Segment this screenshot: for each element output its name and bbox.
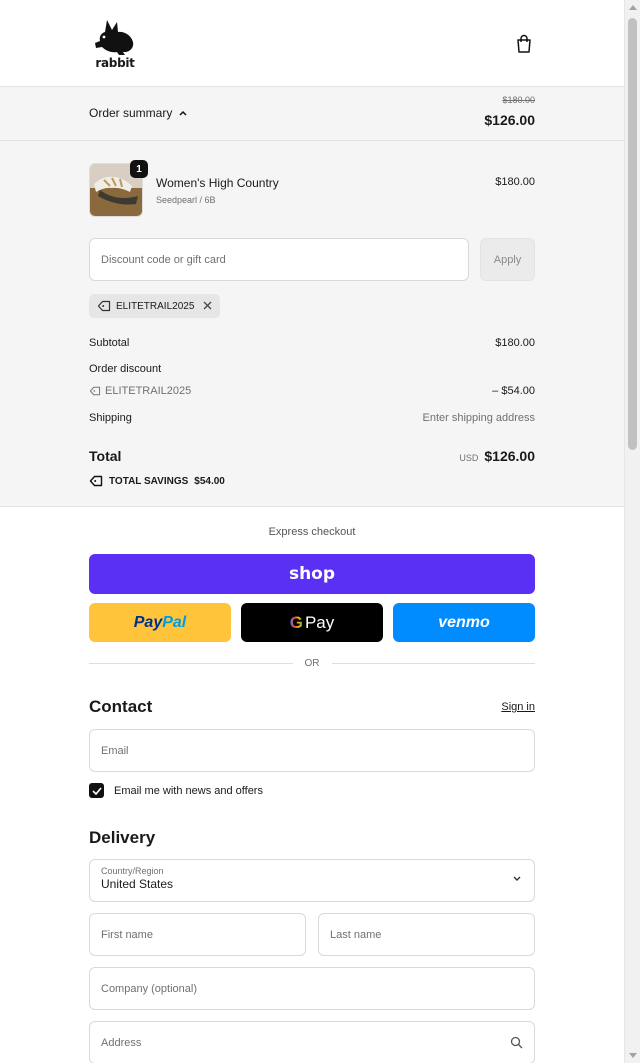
checkout-page: rabbit Order summary $180.00 $126.00 1 W… xyxy=(0,0,624,1063)
express-checkout-label: Express checkout xyxy=(268,526,356,538)
paypal-label-part1: Pay xyxy=(133,613,163,631)
subtotal-value: $180.00 xyxy=(495,337,535,349)
brand-name: rabbit xyxy=(95,56,135,70)
address-placeholder: Address xyxy=(101,1036,142,1049)
discount-amount: – $54.00 xyxy=(492,385,535,397)
savings-value: $54.00 xyxy=(194,475,225,487)
subtotal-label: Subtotal xyxy=(89,337,130,349)
chevron-up-icon xyxy=(179,110,187,116)
total-value: $126.00 xyxy=(484,448,535,464)
country-label: Country/Region xyxy=(101,866,164,876)
order-summary-panel: 1 Women's High Country Seedpearl / 6B $1… xyxy=(0,141,624,507)
applied-code-chip: ELITETRAIL2025 xyxy=(89,294,221,318)
summary-total: $126.00 xyxy=(484,112,535,128)
delivery-title: Delivery xyxy=(89,828,156,847)
newsletter-checkbox[interactable] xyxy=(89,783,104,798)
newsletter-label: Email me with news and offers xyxy=(114,784,263,797)
last-name-placeholder: Last name xyxy=(330,928,382,941)
country-select[interactable]: Country/Region United States xyxy=(89,859,535,902)
or-label: OR xyxy=(304,658,320,669)
company-placeholder: Company (optional) xyxy=(101,982,197,995)
or-divider: OR xyxy=(89,658,535,669)
order-discount-label: Order discount xyxy=(89,363,162,375)
venmo-button[interactable]: venmo xyxy=(393,603,535,642)
cart-bag-button[interactable] xyxy=(513,33,535,55)
apply-discount-button[interactable]: Apply xyxy=(480,238,535,281)
google-pay-button[interactable]: G Pay xyxy=(241,603,383,642)
discount-code-info: ELITETRAIL2025 xyxy=(89,385,191,397)
close-icon xyxy=(203,301,212,310)
first-name-placeholder: First name xyxy=(101,928,153,941)
product-name: Women's High Country xyxy=(156,176,279,190)
paypal-button[interactable]: Pay Pal xyxy=(89,603,231,642)
discount-code-input[interactable]: Discount code or gift card xyxy=(89,238,469,281)
scroll-up-arrow-icon[interactable] xyxy=(629,5,637,10)
scroll-down-arrow-icon[interactable] xyxy=(629,1053,637,1058)
google-g-icon: G xyxy=(289,612,303,632)
venmo-label: venmo xyxy=(438,613,490,631)
savings-tag-icon xyxy=(89,475,103,487)
total-label: Total xyxy=(89,448,122,464)
divider-line-right xyxy=(331,663,535,664)
newsletter-row: Email me with news and offers xyxy=(89,783,263,798)
email-placeholder: Email xyxy=(101,744,129,757)
order-summary-label: Order summary xyxy=(89,106,173,120)
country-value: United States xyxy=(101,877,174,891)
product-price: $180.00 xyxy=(495,176,535,188)
paypal-label-part2: Pal xyxy=(162,613,187,631)
chevron-down-icon xyxy=(513,876,521,881)
currency-code: USD xyxy=(459,453,479,463)
discount-placeholder: Discount code or gift card xyxy=(101,253,226,266)
product-variant: Seedpearl / 6B xyxy=(156,195,216,205)
google-pay-label: Pay xyxy=(304,612,335,632)
search-icon xyxy=(510,1036,523,1049)
shop-pay-label: shop xyxy=(288,564,336,584)
shop-pay-button[interactable]: shop xyxy=(89,554,535,594)
order-summary-bar: Order summary $180.00 $126.00 xyxy=(0,87,624,141)
discount-code-row: ELITETRAIL2025 – $54.00 xyxy=(89,385,535,397)
total-savings: TOTAL SAVINGS $54.00 xyxy=(89,475,225,487)
order-summary-toggle[interactable]: Order summary xyxy=(89,106,188,120)
tag-icon xyxy=(89,386,101,396)
last-name-field[interactable]: Last name xyxy=(318,913,535,956)
first-name-field[interactable]: First name xyxy=(89,913,306,956)
rabbit-logo-icon xyxy=(95,20,134,55)
original-total: $180.00 xyxy=(502,95,535,105)
company-field[interactable]: Company (optional) xyxy=(89,967,535,1010)
shipping-label: Shipping xyxy=(89,412,132,424)
checkmark-icon xyxy=(91,786,102,795)
sign-in-link[interactable]: Sign in xyxy=(501,701,535,713)
contact-title: Contact xyxy=(89,697,153,716)
discount-code-name: ELITETRAIL2025 xyxy=(105,385,192,397)
savings-label: TOTAL SAVINGS xyxy=(109,475,189,487)
tag-icon xyxy=(97,300,111,312)
remove-code-button[interactable] xyxy=(203,299,212,313)
order-discount-row: Order discount xyxy=(89,363,535,375)
brand-logo[interactable]: rabbit xyxy=(93,18,137,70)
total-amount: USD $126.00 xyxy=(459,448,535,464)
applied-code-label: ELITETRAIL2025 xyxy=(116,300,195,312)
header: rabbit xyxy=(0,0,624,87)
shipping-row: Shipping Enter shipping address xyxy=(89,412,535,424)
shopping-bag-icon xyxy=(517,34,531,53)
email-field[interactable]: Email xyxy=(89,729,535,772)
scrollbar-thumb[interactable] xyxy=(628,18,637,450)
subtotal-row: Subtotal $180.00 xyxy=(89,337,535,349)
divider-line-left xyxy=(89,663,293,664)
address-field[interactable]: Address xyxy=(89,1021,535,1063)
quantity-badge: 1 xyxy=(130,160,148,178)
scrollbar[interactable] xyxy=(624,0,640,1063)
total-row: Total USD $126.00 xyxy=(89,448,535,464)
shipping-value: Enter shipping address xyxy=(422,412,535,424)
